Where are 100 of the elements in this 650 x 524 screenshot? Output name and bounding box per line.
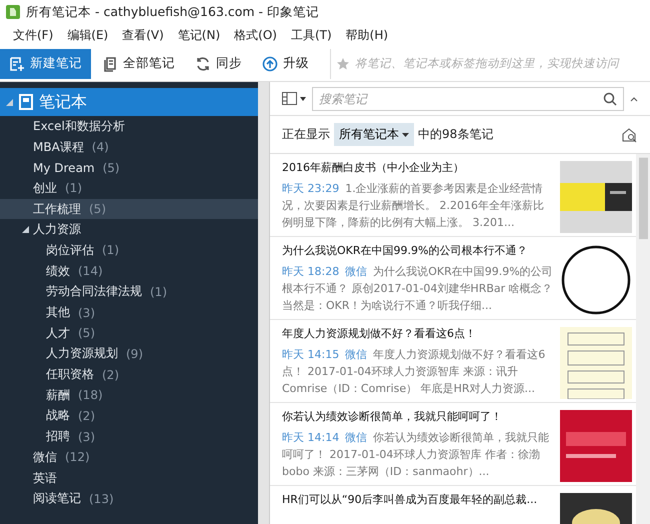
notebook-item[interactable]: MBA课程 (4) [0,136,258,158]
notebook-item[interactable]: 其他 (3) [0,302,258,323]
notebook-name: 创业 [33,180,57,197]
collapse-icon[interactable] [630,96,638,102]
notebook-icon [19,94,33,110]
note-preview: 昨天 14:14 微信 你若认为绩效诊断很简单，我就只能呵呵了！ 2017-01-04环球人力资源智库 作者：徐渤bobo 来源：三茅网（ID：sanmaohr）... [282,430,550,480]
toolbar-button[interactable]: 升级 [253,48,318,78]
note-count: (18) [78,388,103,402]
notebook-name: 劳动合同法律法规 [46,283,142,300]
notebook-name: 薪酬 [46,386,70,404]
window-title: 所有笔记本 - cathybluefish@163.com - 印象笔记 [26,4,320,20]
view-options-icon[interactable] [282,92,306,106]
star-icon [337,58,349,70]
toolbar-button[interactable]: 新建笔记 [0,48,91,78]
notebook-item[interactable]: 岗位评估 (1) [0,240,258,261]
note-count: (4) [92,140,109,154]
note-title: 为什么我说OKR在中国99.9%的公司根本行不通？ [282,244,528,258]
note-title: HR们可以从“90后李叫兽成为百度最年轻的副总裁... [282,493,538,507]
new-note-icon [9,56,25,72]
notebook-item[interactable]: 任职资格 (2) [0,364,258,385]
note-title: 2016年薪酬白皮书（中小企业为主） [282,161,465,175]
note-preview: 昨天 18:28 微信 为什么我说OKR在中国99.9%的公司根本行不通？ 原创2017-01-04刘建华HRBar 啥概念？当然是：OKR！为啥说行不通？听我仔细... [282,264,554,314]
caret-icon [402,132,409,136]
shortcuts-placeholder: 将笔记、笔记本或标签拖动到这里，实现快速访问 [355,56,619,71]
note-card[interactable]: 年度人力资源规划做不好？看看这6点！ 昨天 14:15 微信 年度人力资源规划做不好？看看这6点！ 2017-01-04环球人力资源智库 来源：讯升Comrise（ID：Comrise） 年底是HR对人力资源... [270,320,636,403]
notebook-item[interactable]: 英语 [0,468,258,488]
upgrade-icon [262,56,278,72]
menu-item[interactable]: 文件(F) [6,26,60,44]
note-count: (2) [102,368,119,382]
notebook-name: 绩效 [46,262,70,280]
notebook-dropdown[interactable]: 所有笔记本 [334,123,414,146]
notebook-name: 英语 [33,470,57,487]
notebook-name: Excel和数据分析 [33,118,125,135]
note-title: 年度人力资源规划做不好？看看这6点！ [282,327,477,341]
notebook-name: 工作梳理 [33,200,81,218]
notebook-name: 人力资源规划 [46,345,118,362]
notebook-name: 人才 [46,324,70,342]
note-count: (12) [65,450,90,464]
note-card[interactable]: 为什么我说OKR在中国99.9%的公司根本行不通？ 昨天 18:28 微信 为什么我说OKR在中国99.9%的公司根本行不通？ 原创2017-01-04刘建华HRBar 啥概念？当然是：OKR！为啥说行不通？听我仔细... [270,237,636,320]
menu-item[interactable]: 编辑(E) [60,26,116,44]
note-preview: 昨天 14:15 微信 年度人力资源规划做不好？看看这6点！ 2017-01-04环球人力资源智库 来源：讯升Comrise（ID：Comrise） 年底是HR对人力资源... [282,347,546,397]
notebooks-header[interactable]: 笔记本 [0,88,258,116]
menu-item[interactable]: 帮助(H) [338,26,396,44]
sync-icon [195,56,211,72]
notebook-item[interactable]: 微信 (12) [0,447,258,468]
note-count: (3) [78,430,95,444]
note-count: (5) [89,202,106,216]
notebook-item[interactable]: 人力资源规划 (9) [0,344,258,364]
note-count: (2) [78,408,95,423]
note-count: (3) [78,306,95,320]
menu-item[interactable]: 查看(V) [115,26,171,44]
menu-item[interactable]: 笔记(N) [170,26,228,44]
notebook-name: 招聘 [46,428,70,446]
filter-prefix: 正在显示 [282,126,330,143]
menu-item[interactable]: 工具(T) [284,26,339,44]
notebook-item[interactable]: 工作梳理 (5) [0,198,258,220]
notebook-item[interactable]: Excel和数据分析 [0,116,258,137]
notebook-item[interactable]: 战略 (2) [0,406,258,426]
toolbar-button[interactable]: 同步 [186,48,251,78]
notebook-name: 其他 [46,304,70,322]
notebook-name: 微信 [33,448,57,466]
notebook-item[interactable]: 招聘 (3) [0,426,258,447]
collapse-icon[interactable] [22,226,29,234]
notebook-name: MBA课程 [33,138,84,156]
notebook-item[interactable]: My Dream (5) [0,157,258,178]
note-count: (5) [102,160,120,175]
notebook-item[interactable]: 劳动合同法律法规 (1) [0,282,258,302]
notebook-item[interactable]: 阅读笔记 (13) [0,488,258,510]
notebooks-label: 笔记本 [39,92,87,112]
notebook-item[interactable]: 薪酬 (18) [0,384,258,406]
notebook-name: My Dream [33,160,95,175]
note-preview: 昨天 23:29 1.企业涨薪的首要参考因素是企业经营情况，次要因素是行业薪酬增长。 2.2016年全年涨薪比例明显下降，降薪的比例有大幅上涨。 3.201... [282,181,545,231]
notebook-name: 岗位评估 [46,242,94,259]
notebook-name: 人力资源 [33,221,81,238]
note-card[interactable]: HR们可以从“90后李叫兽成为百度最年轻的副总裁... [270,486,636,524]
notebook-item[interactable]: 人力资源 [0,219,258,240]
note-card[interactable]: 你若认为绩效诊断很简单，我就只能呵呵了！ 昨天 14:14 微信 你若认为绩效诊断很简单，我就只能呵呵了！ 2017-01-04环球人力资源智库 作者：徐渤bobo 来源：三茅网（ID：sanmaohr）... [270,403,636,486]
note-count: (1) [150,284,167,299]
note-card[interactable]: 2016年薪酬白皮书（中小企业为主） 昨天 23:29 1.企业涨薪的首要参考因素是企业经营情况，次要因素是行业薪酬增长。 2.2016年全年涨薪比例明显下降，降薪的比例有大幅上涨。 3.201... [270,154,636,237]
note-count: (14) [78,264,103,278]
note-count: (9) [126,346,143,361]
notebook-name: 任职资格 [46,366,94,384]
note-title: 你若认为绩效诊断很简单，我就只能呵呵了！ [282,410,503,424]
search-field[interactable]: 搜索笔记 [312,86,624,110]
notebook-item[interactable]: 人才 (5) [0,322,258,344]
menu-item[interactable]: 格式(O) [227,26,284,44]
notebook-name: 战略 [46,407,70,424]
search-notes-icon[interactable] [622,126,638,142]
notebook-name: 阅读笔记 [33,490,81,508]
scrollbar[interactable] [636,154,650,524]
toolbar-button[interactable]: 全部笔记 [93,48,184,78]
notebook-item[interactable]: 绩效 (14) [0,260,258,282]
notes-icon [102,56,118,72]
notebook-item[interactable]: 创业 (1) [0,178,258,199]
search-icon[interactable] [603,92,617,106]
note-count: (13) [89,492,114,506]
filter-suffix: 中的98条笔记 [418,126,494,143]
note-count: (5) [78,326,95,340]
note-count: (1) [102,243,119,258]
note-count: (1) [65,181,82,196]
